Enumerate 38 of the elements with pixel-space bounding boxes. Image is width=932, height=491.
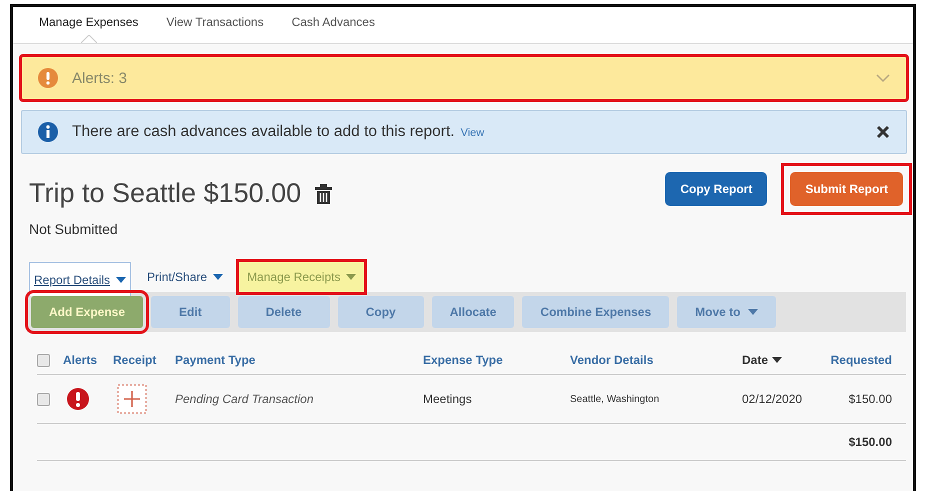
tab[interactable]: Cash Advances [292, 7, 375, 43]
tab[interactable]: View Transactions [166, 7, 264, 43]
close-icon[interactable] [876, 125, 890, 139]
report-title: Trip to Seattle $150.00 [29, 178, 302, 209]
tab[interactable]: Manage Expenses [39, 7, 138, 43]
column-header[interactable]: Expense Type [423, 353, 503, 367]
checkbox[interactable] [37, 354, 50, 366]
menu-dropdown[interactable]: Print/Share [145, 262, 226, 292]
add-receipt-icon[interactable] [117, 384, 147, 414]
total-amount: $150.00 [848, 435, 892, 449]
caret-icon [116, 276, 126, 282]
alert-count: Alerts: 3 [72, 70, 128, 86]
info-icon [38, 122, 58, 142]
column-header[interactable]: Payment Type [175, 353, 256, 367]
expense-type-cell: Meetings [423, 392, 472, 406]
report-button[interactable]: Copy Report [665, 172, 768, 206]
menu-dropdown[interactable]: Report Details [29, 262, 132, 296]
alert-bar[interactable]: Alerts: 3 [21, 56, 907, 100]
date-cell: 02/12/2020 [742, 392, 802, 406]
menu-dropdown[interactable]: Manage Receipts [239, 262, 364, 292]
caret-icon [346, 274, 356, 280]
view-link[interactable]: View [460, 127, 484, 139]
caret-icon [213, 274, 224, 280]
checkbox[interactable] [37, 392, 50, 406]
exclamation-icon [38, 68, 58, 88]
column-header[interactable]: Alerts [63, 353, 98, 367]
report-button[interactable]: Submit Report [790, 172, 903, 206]
report-status: Not Submitted [29, 221, 118, 237]
info-message: There are cash advances available to add to this report. [72, 123, 455, 140]
chevron-icon[interactable] [876, 73, 890, 83]
column-header[interactable]: Date [742, 353, 768, 367]
amount-cell: $150.00 [848, 392, 892, 406]
column-header[interactable]: Receipt [113, 353, 156, 367]
payment-type-cell: Pending Card Transaction [175, 392, 314, 406]
column-header[interactable]: Requested [830, 353, 892, 367]
trash-icon[interactable] [315, 184, 332, 204]
vendor-cell: Seattle, Washington [570, 394, 660, 404]
column-header[interactable]: Vendor Details [570, 353, 654, 367]
